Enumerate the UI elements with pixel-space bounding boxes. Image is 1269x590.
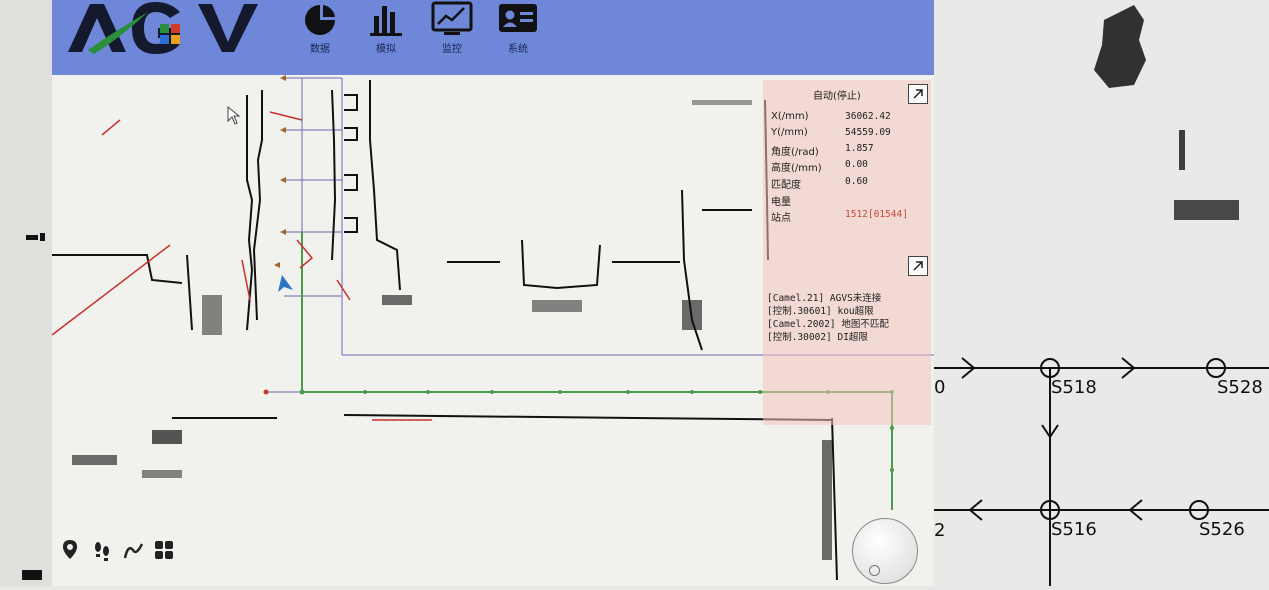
nav-system-label: 系统 <box>508 44 528 55</box>
mouse-cursor <box>227 105 241 125</box>
laser-scan-marks <box>52 111 432 421</box>
left-background <box>0 0 52 586</box>
status-row-key: 角度(/rad) <box>771 147 819 158</box>
status-expand-button[interactable] <box>908 84 928 104</box>
log-expand-button[interactable] <box>908 256 928 276</box>
nav-data[interactable]: 数据 <box>290 0 350 75</box>
footprints-icon <box>95 542 109 561</box>
edge-label: 2 <box>934 520 946 541</box>
status-row-key: 站点 <box>771 213 791 224</box>
status-row-value: 1512[01544] <box>845 209 908 220</box>
status-row-value: 36062.42 <box>845 111 891 122</box>
tool-location[interactable] <box>58 538 82 562</box>
status-row-value: 54559.09 <box>845 127 891 138</box>
apps-grid-icon <box>155 541 173 559</box>
tool-apps[interactable] <box>152 538 176 562</box>
pie-chart-icon <box>305 3 337 35</box>
station-label: S518 <box>1051 377 1097 398</box>
log-line: [控制.30601] kou超限 <box>767 306 874 317</box>
expand-arrow-icon <box>913 89 923 99</box>
bar-chart-icon <box>370 6 402 36</box>
tool-footprints[interactable] <box>90 538 114 562</box>
agv-client-window: 数据 模拟 监控 系统 自动(停止) X(/mm) 36062.42 Y(/mm… <box>52 0 934 586</box>
nav-monitor[interactable]: 监控 <box>422 0 482 75</box>
status-row-key: 电量 <box>771 197 791 208</box>
log-line: [Camel.21] AGVS未连接 <box>767 293 882 304</box>
station-label: S528 <box>1217 377 1263 398</box>
log-line: [Camel.2002] 地图不匹配 <box>767 319 889 330</box>
nav-monitor-label: 监控 <box>442 44 462 55</box>
nav-simulate[interactable]: 模拟 <box>356 0 416 75</box>
manual-control-joystick[interactable] <box>852 518 918 584</box>
edge-label: 0 <box>934 377 946 398</box>
station-label: S526 <box>1199 519 1245 540</box>
nav-data-label: 数据 <box>310 44 330 55</box>
draw-path-icon <box>123 543 144 559</box>
info-panel: 自动(停止) X(/mm) 36062.42 Y(/mm) 54559.09 角… <box>763 80 931 425</box>
status-row-key: 高度(/mm) <box>771 163 822 174</box>
scan-points <box>52 80 838 581</box>
status-title: 自动(停止) <box>813 91 861 102</box>
topology-monitor: 0 2 S518 S528 S516 S526 <box>934 0 1269 586</box>
topology-canvas <box>934 5 1269 586</box>
status-row-value: 0.00 <box>845 159 868 170</box>
location-pin-icon <box>63 540 77 559</box>
status-row-key: Y(/mm) <box>771 127 808 138</box>
status-row-value: 0.60 <box>845 176 868 187</box>
status-row-key: X(/mm) <box>771 111 809 122</box>
left-map-fragment <box>22 233 45 580</box>
scan-fragment <box>1094 5 1239 220</box>
status-row-value: 1.857 <box>845 143 874 154</box>
id-card-icon <box>499 4 537 32</box>
header-bar: 数据 模拟 监控 系统 <box>52 0 934 75</box>
log-line: [控制.30002] DI超限 <box>767 332 868 343</box>
expand-arrow-icon <box>913 261 923 271</box>
nav-simulate-label: 模拟 <box>376 44 396 55</box>
agv-logo <box>60 0 270 60</box>
status-row-key: 匹配度 <box>771 180 801 191</box>
tool-draw-path[interactable] <box>122 538 146 562</box>
joystick-knob[interactable] <box>869 565 880 576</box>
line-chart-monitor-icon <box>431 1 473 35</box>
site-markers <box>274 75 286 268</box>
nav-system[interactable]: 系统 <box>488 0 548 75</box>
agv-robot-marker[interactable] <box>278 275 293 292</box>
station-label: S516 <box>1051 519 1097 540</box>
scan-noise <box>72 100 832 560</box>
